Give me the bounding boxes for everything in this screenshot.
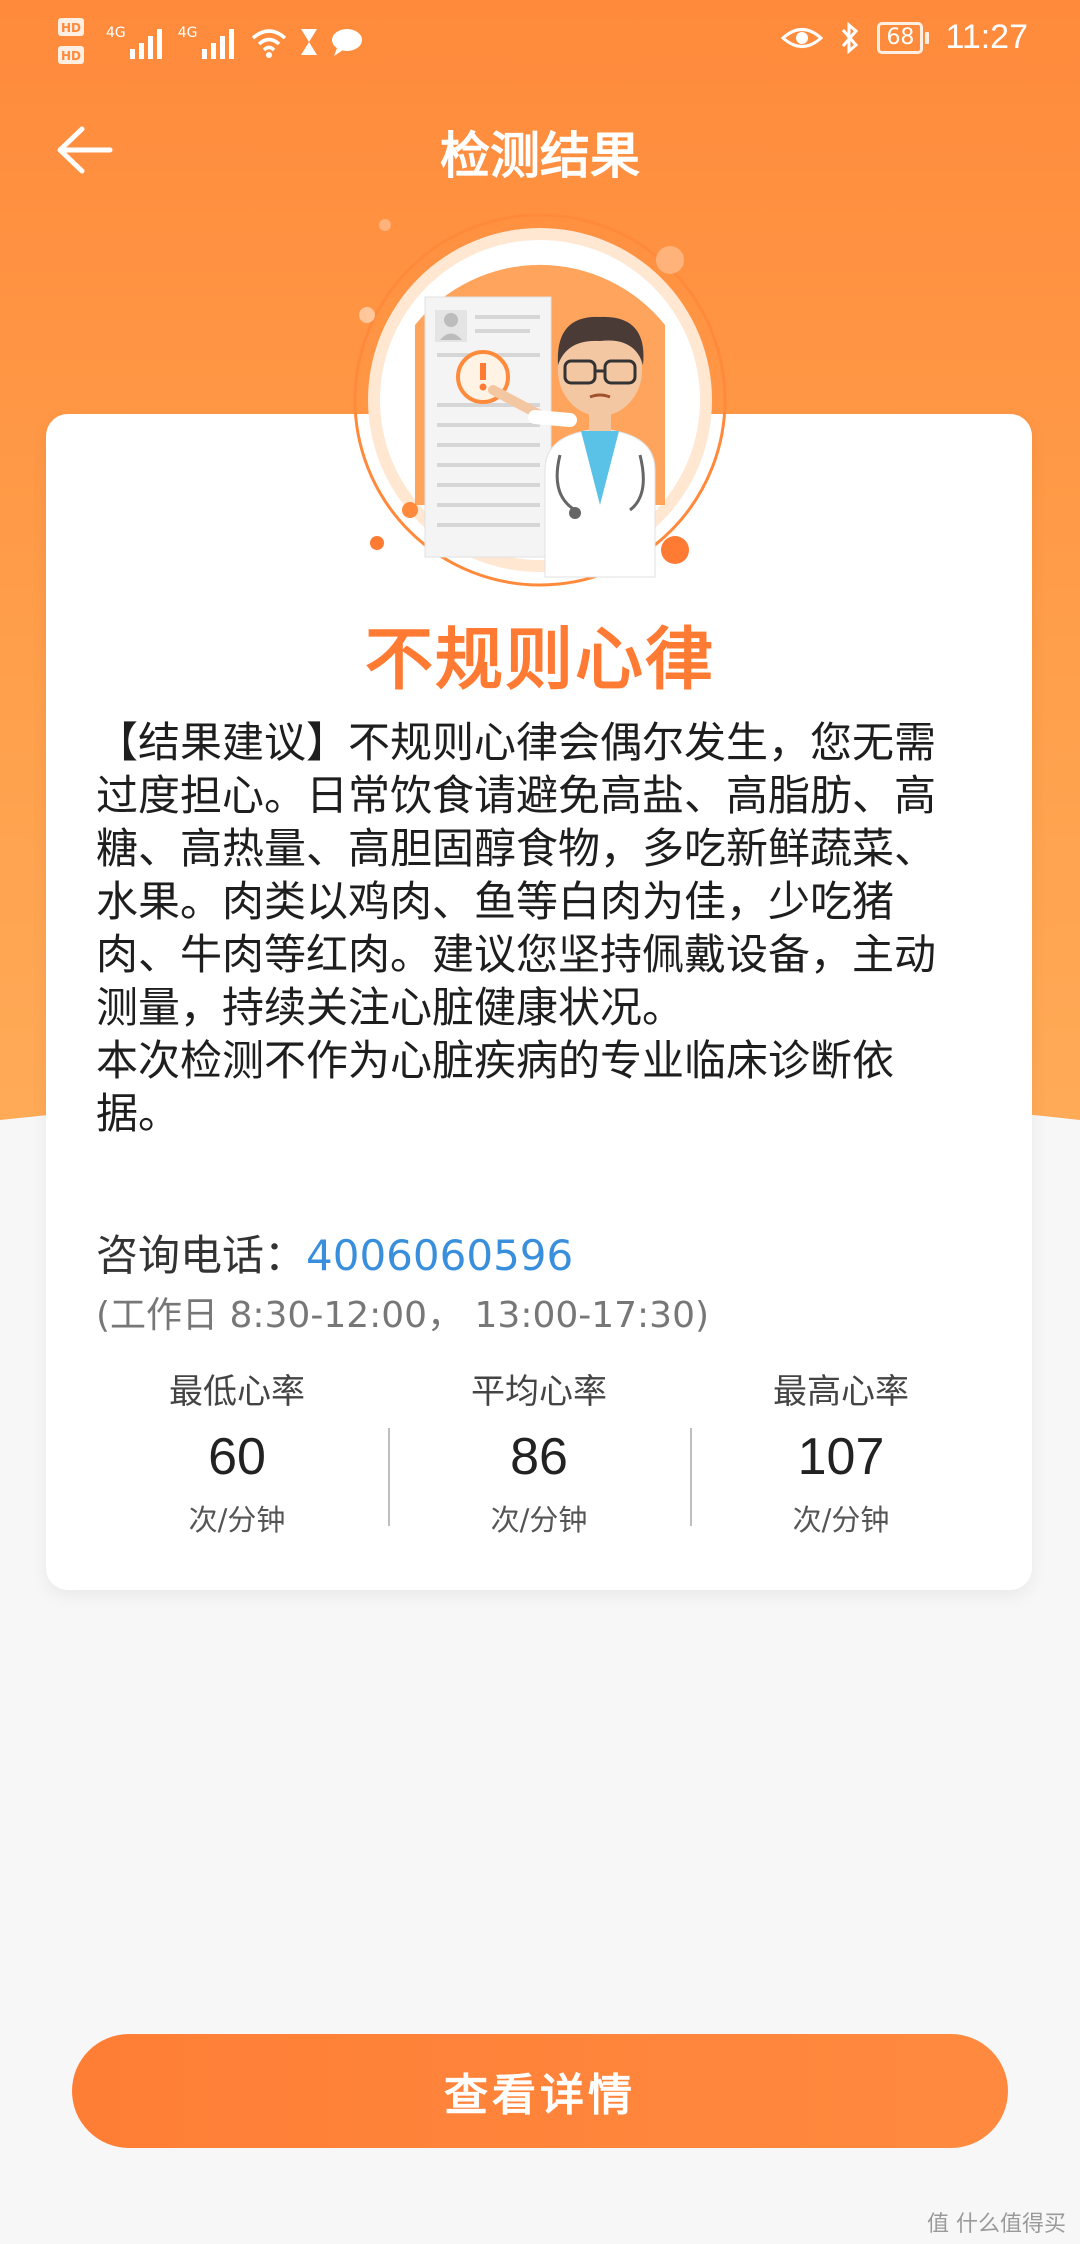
signal-2-icon: 4G <box>178 25 240 59</box>
watermark: 值 什么值得买 <box>927 2212 1066 2237</box>
page-title: 检测结果 <box>440 127 640 185</box>
stat-min-heart-rate: 最低心率 60 次/分钟 <box>86 1354 388 1537</box>
bluetooth-icon <box>842 21 859 54</box>
message-icon <box>331 29 362 56</box>
result-advice: 【结果建议】不规则心律会偶尔发生，您无需过度担心。日常饮食请避免高盐、高脂肪、高… <box>96 716 976 1140</box>
stat-unit: 次/分钟 <box>490 1503 588 1537</box>
stat-unit: 次/分钟 <box>188 1503 286 1537</box>
stat-max-heart-rate: 最高心率 107 次/分钟 <box>690 1354 992 1537</box>
doctor-illustration <box>353 213 727 587</box>
status-bar: HD HD 4G 4G 68 11:27 <box>0 0 1080 80</box>
battery-level: 68 <box>877 21 924 54</box>
hourglass-icon <box>300 29 317 55</box>
battery-icon: 68 <box>877 21 930 54</box>
stat-value: 107 <box>797 1428 885 1486</box>
eye-comfort-icon <box>781 27 824 48</box>
hd-icon: HD HD <box>58 18 84 64</box>
disclaimer-paragraph: 本次检测不作为心脏疾病的专业临床诊断依据。 <box>96 1036 895 1138</box>
stat-label: 最高心率 <box>773 1372 909 1412</box>
stat-label: 最低心率 <box>169 1372 305 1412</box>
stat-label: 平均心率 <box>471 1372 607 1412</box>
phone-line: 咨询电话：4006060596 <box>96 1222 573 1283</box>
result-title: 不规则心律 <box>364 621 715 700</box>
heart-rate-stats: 最低心率 60 次/分钟 平均心率 86 次/分钟 最高心率 107 次/分钟 <box>86 1354 992 1537</box>
service-hours: (工作日 8:30-12:00， 13:00-17:30) <box>96 1295 710 1336</box>
wifi-icon <box>251 29 286 58</box>
phone-label: 咨询电话： <box>96 1231 307 1280</box>
svg-text:HD: HD <box>61 49 81 63</box>
view-details-button[interactable]: 查看详情 <box>72 2034 1008 2148</box>
stat-avg-heart-rate: 平均心率 86 次/分钟 <box>388 1354 690 1537</box>
nav-bar: 检测结果 <box>0 96 1080 196</box>
svg-text:HD: HD <box>61 21 81 35</box>
stat-value: 86 <box>510 1428 568 1486</box>
phone-number-link[interactable]: 4006060596 <box>306 1231 573 1280</box>
advice-paragraph: 【结果建议】不规则心律会偶尔发生，您无需过度担心。日常饮食请避免高盐、高脂肪、高… <box>96 718 937 1032</box>
stat-unit: 次/分钟 <box>792 1503 890 1537</box>
status-time: 11:27 <box>945 18 1028 56</box>
stat-value: 60 <box>208 1428 266 1486</box>
signal-1-icon: 4G <box>106 25 168 59</box>
